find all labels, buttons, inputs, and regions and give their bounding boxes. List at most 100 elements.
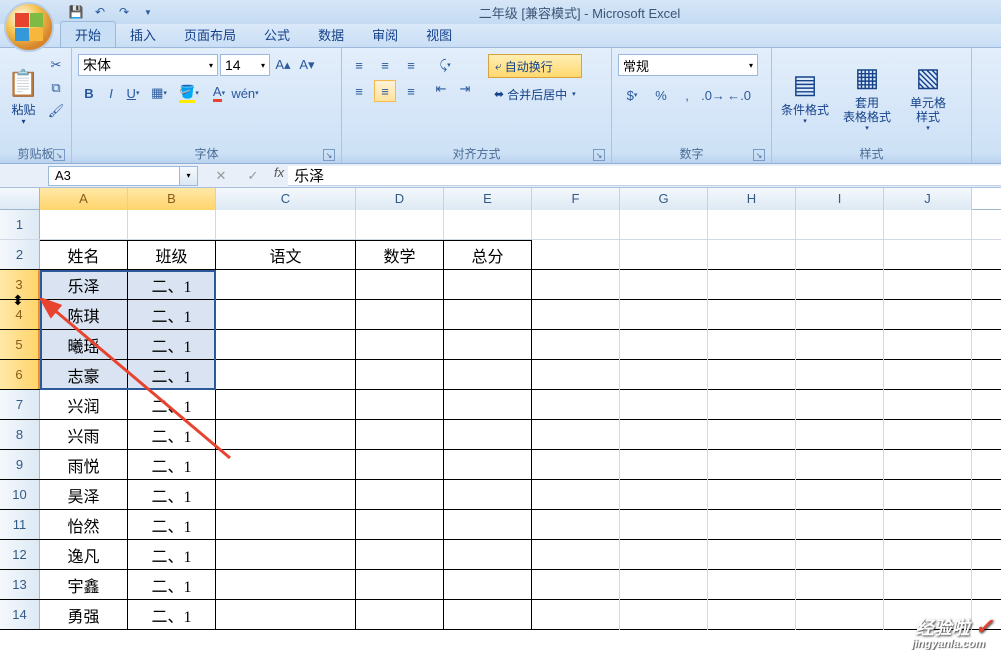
row-header-13[interactable]: 13 (0, 570, 40, 599)
cell[interactable] (532, 510, 620, 540)
cell[interactable] (796, 210, 884, 240)
cell[interactable] (620, 270, 708, 300)
undo-button[interactable]: ↶ (90, 3, 110, 21)
cell[interactable]: 二、1 (128, 300, 216, 330)
cell[interactable]: 兴雨 (40, 420, 128, 450)
cell[interactable] (216, 360, 356, 390)
row-header-2[interactable]: 2 (0, 240, 40, 269)
cell[interactable] (356, 420, 444, 450)
cell[interactable]: 陈琪 (40, 300, 128, 330)
name-box[interactable]: A3 (48, 166, 180, 186)
cell[interactable]: 二、1 (128, 540, 216, 570)
cell[interactable] (444, 360, 532, 390)
accept-formula-button[interactable]: ✓ (242, 165, 264, 187)
cell[interactable] (796, 570, 884, 600)
cell[interactable] (216, 270, 356, 300)
cell[interactable]: 逸凡 (40, 540, 128, 570)
cell[interactable] (356, 480, 444, 510)
increase-decimal-button[interactable]: .0→ (702, 84, 724, 106)
cell[interactable] (216, 480, 356, 510)
cell[interactable] (620, 510, 708, 540)
row-header-6[interactable]: 6 (0, 360, 40, 389)
border-button[interactable]: ▦▾ (144, 82, 174, 104)
font-name-select[interactable]: 宋体▾ (78, 54, 218, 76)
cell[interactable] (708, 390, 796, 420)
cell[interactable] (620, 390, 708, 420)
cell[interactable] (708, 570, 796, 600)
cell[interactable] (708, 540, 796, 570)
qat-customize-button[interactable]: ▼ (138, 3, 158, 21)
cell[interactable] (444, 270, 532, 300)
cell[interactable]: 乐泽 (40, 270, 128, 300)
cell[interactable] (532, 240, 620, 270)
cell[interactable]: 二、1 (128, 360, 216, 390)
cell[interactable] (532, 600, 620, 630)
cell[interactable] (708, 240, 796, 270)
col-header-f[interactable]: F (532, 188, 620, 210)
font-launcher[interactable]: ↘ (323, 149, 335, 161)
cell[interactable] (532, 270, 620, 300)
cell[interactable] (708, 480, 796, 510)
cell[interactable] (620, 480, 708, 510)
cell[interactable] (884, 360, 972, 390)
cell[interactable] (444, 450, 532, 480)
decrease-font-button[interactable]: A▾ (296, 54, 318, 76)
cell[interactable] (884, 240, 972, 270)
align-right-button[interactable]: ≡ (400, 80, 422, 102)
bold-button[interactable]: B (78, 82, 100, 104)
align-top-button[interactable]: ≡ (348, 54, 370, 76)
cell[interactable] (532, 450, 620, 480)
row-header-1[interactable]: 1 (0, 210, 40, 239)
cell[interactable] (796, 330, 884, 360)
cell[interactable] (620, 600, 708, 630)
copy-button[interactable]: ⧉ (45, 77, 67, 99)
cell[interactable] (532, 330, 620, 360)
cell[interactable] (444, 210, 532, 240)
col-header-b[interactable]: B (128, 188, 216, 210)
col-header-e[interactable]: E (444, 188, 532, 210)
cell[interactable] (796, 240, 884, 270)
cell[interactable] (796, 480, 884, 510)
cell[interactable] (796, 450, 884, 480)
cell[interactable] (444, 300, 532, 330)
cell[interactable] (884, 270, 972, 300)
cell[interactable] (216, 300, 356, 330)
orientation-button[interactable]: ⤹▾ (430, 54, 460, 76)
align-bottom-button[interactable]: ≡ (400, 54, 422, 76)
cell[interactable] (356, 270, 444, 300)
cell[interactable] (532, 300, 620, 330)
cell[interactable]: 雨悦 (40, 450, 128, 480)
cell[interactable] (708, 510, 796, 540)
cell[interactable]: 曦瑶 (40, 330, 128, 360)
conditional-format-button[interactable]: ▤ 条件格式▾ (776, 50, 834, 140)
cell[interactable] (620, 300, 708, 330)
cell[interactable] (620, 240, 708, 270)
cell[interactable] (708, 330, 796, 360)
cell[interactable] (216, 510, 356, 540)
cell[interactable]: 语文 (216, 240, 356, 270)
cell[interactable] (884, 570, 972, 600)
cell[interactable] (708, 360, 796, 390)
cell[interactable] (40, 210, 128, 240)
cell[interactable] (216, 330, 356, 360)
cell[interactable] (884, 390, 972, 420)
cell[interactable]: 二、1 (128, 390, 216, 420)
increase-font-button[interactable]: A▴ (272, 54, 294, 76)
cell[interactable] (216, 540, 356, 570)
row-header-14[interactable]: 14 (0, 600, 40, 629)
cell[interactable] (356, 600, 444, 630)
format-as-table-button[interactable]: ▦ 套用 表格格式▾ (836, 50, 898, 140)
row-header-8[interactable]: 8 (0, 420, 40, 449)
redo-button[interactable]: ↷ (114, 3, 134, 21)
phonetic-button[interactable]: wén▾ (234, 82, 256, 104)
worksheet[interactable]: A B C D E F G H I J 12姓名班级语文数学总分3乐泽二、14陈… (0, 188, 1001, 630)
cell[interactable] (444, 390, 532, 420)
cell[interactable] (532, 360, 620, 390)
name-box-dropdown[interactable]: ▾ (180, 166, 198, 186)
underline-button[interactable]: U▾ (122, 82, 144, 104)
cell[interactable] (444, 540, 532, 570)
cell[interactable] (532, 420, 620, 450)
cell[interactable]: 二、1 (128, 450, 216, 480)
cell[interactable] (216, 600, 356, 630)
tab-formulas[interactable]: 公式 (250, 22, 304, 47)
